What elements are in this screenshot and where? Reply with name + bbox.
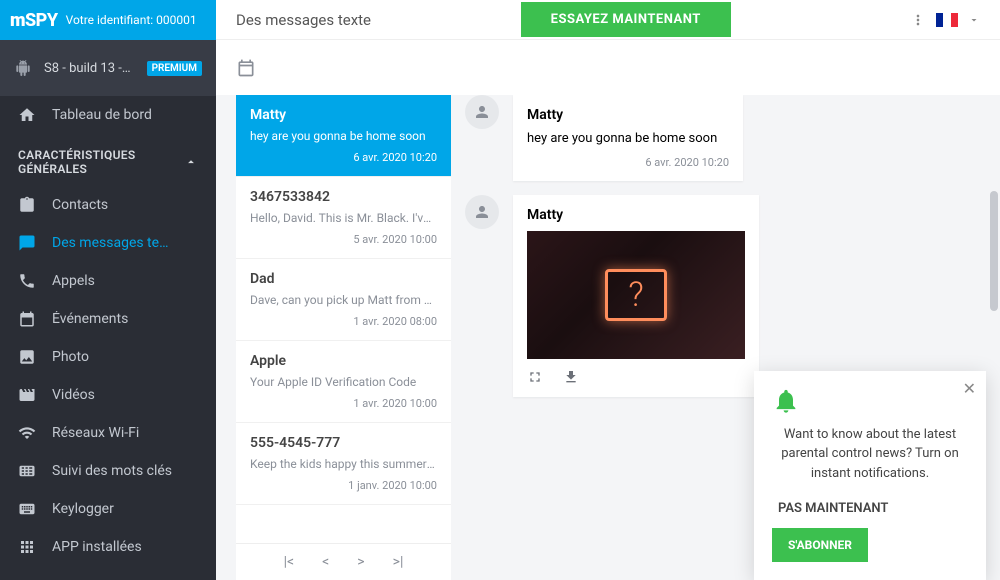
nav-wifi[interactable]: Réseaux Wi-Fi — [0, 414, 216, 452]
bell-icon — [772, 387, 968, 415]
phone-icon — [18, 272, 36, 290]
download-icon[interactable] — [563, 369, 579, 385]
main: Des messages texte ESSAYEZ MAINTENANT Ma… — [216, 0, 1000, 580]
close-icon[interactable]: ✕ — [963, 379, 976, 398]
device-selector[interactable]: S8 - build 13 -… PREMIUM — [0, 40, 216, 96]
image-icon — [18, 348, 36, 366]
expand-icon[interactable] — [527, 369, 543, 385]
pager-first[interactable]: |< — [284, 554, 295, 570]
message-image[interactable]: ? — [527, 231, 745, 359]
try-now-button[interactable]: ESSAYEZ MAINTENANT — [521, 2, 731, 37]
nav-photo[interactable]: Photo — [0, 338, 216, 376]
brand-bar: mSPY Votre identifiant: 000001 — [0, 0, 216, 40]
not-now-button[interactable]: PAS MAINTENANT — [772, 501, 888, 516]
premium-badge: PREMIUM — [147, 61, 202, 76]
home-icon — [18, 106, 36, 124]
nav-contacts[interactable]: Contacts — [0, 186, 216, 224]
pager-prev[interactable]: < — [322, 554, 329, 570]
apps-icon — [18, 538, 36, 556]
brand-logo: mSPY — [10, 10, 58, 31]
notification-popup: ✕ Want to know about the latest parental… — [754, 371, 986, 580]
nav-dashboard[interactable]: Tableau de bord — [0, 96, 216, 134]
video-icon — [18, 386, 36, 404]
keyboard-icon — [18, 462, 36, 480]
more-icon[interactable] — [910, 12, 926, 28]
avatar — [465, 95, 499, 129]
wifi-icon — [18, 424, 36, 442]
user-id-label: Votre identifiant: 000001 — [66, 13, 197, 27]
message-row: Matty ? — [465, 195, 974, 397]
thread-item[interactable]: 3467533842 Hello, David. This is Mr. Bla… — [236, 177, 451, 259]
thread-item[interactable]: Apple Your Apple ID Verification Code 1 … — [236, 341, 451, 423]
scrollbar[interactable] — [990, 191, 998, 576]
topbar: Des messages texte ESSAYEZ MAINTENANT — [216, 0, 1000, 40]
page-title: Des messages texte — [236, 11, 371, 29]
thread-list: Matty hey are you gonna be home soon 6 a… — [236, 95, 451, 580]
nav-events[interactable]: Événements — [0, 300, 216, 338]
nav-videos[interactable]: Vidéos — [0, 376, 216, 414]
nav-calls[interactable]: Appels — [0, 262, 216, 300]
calendar-icon — [18, 310, 36, 328]
nav-keywords[interactable]: Suivi des mots clés — [0, 452, 216, 490]
message-bubble: Matty ? — [513, 195, 759, 397]
avatar — [465, 195, 499, 229]
thread-item[interactable]: Dad Dave, can you pick up Matt from scho… — [236, 259, 451, 341]
notification-text: Want to know about the latest parental c… — [772, 425, 968, 484]
content: Matty hey are you gonna be home soon 6 a… — [216, 95, 1000, 580]
nav-section-general[interactable]: CARACTÉRISTIQUES GÉNÉRALES — [0, 134, 216, 186]
nav-sms[interactable]: Des messages te… — [0, 224, 216, 262]
nav-apps[interactable]: APP installées — [0, 528, 216, 566]
chevron-up-icon — [184, 155, 198, 169]
clipboard-icon — [18, 196, 36, 214]
nav-keylogger[interactable]: Keylogger — [0, 490, 216, 528]
subscribe-button[interactable]: S'ABONNER — [772, 528, 868, 562]
pager: |< < > >| — [236, 543, 451, 580]
toolbar — [216, 40, 1000, 95]
nav: Tableau de bord CARACTÉRISTIQUES GÉNÉRAL… — [0, 96, 216, 566]
device-name: S8 - build 13 -… — [44, 61, 135, 76]
message-icon — [18, 234, 36, 252]
thread-item[interactable]: 555-4545-777 Keep the kids happy this su… — [236, 423, 451, 505]
thread-item[interactable]: Matty hey are you gonna be home soon 6 a… — [236, 95, 451, 177]
chevron-down-icon[interactable] — [968, 14, 980, 26]
sidebar: mSPY Votre identifiant: 000001 S8 - buil… — [0, 0, 216, 580]
message-bubble: Matty hey are you gonna be home soon 6 a… — [513, 95, 743, 181]
android-icon — [14, 59, 32, 77]
pager-next[interactable]: > — [357, 554, 364, 570]
message-row: Matty hey are you gonna be home soon 6 a… — [465, 95, 974, 181]
language-flag-fr[interactable] — [936, 13, 958, 27]
pager-last[interactable]: >| — [393, 554, 404, 570]
calendar-filter-icon[interactable] — [236, 58, 256, 78]
keylogger-icon — [18, 500, 36, 518]
